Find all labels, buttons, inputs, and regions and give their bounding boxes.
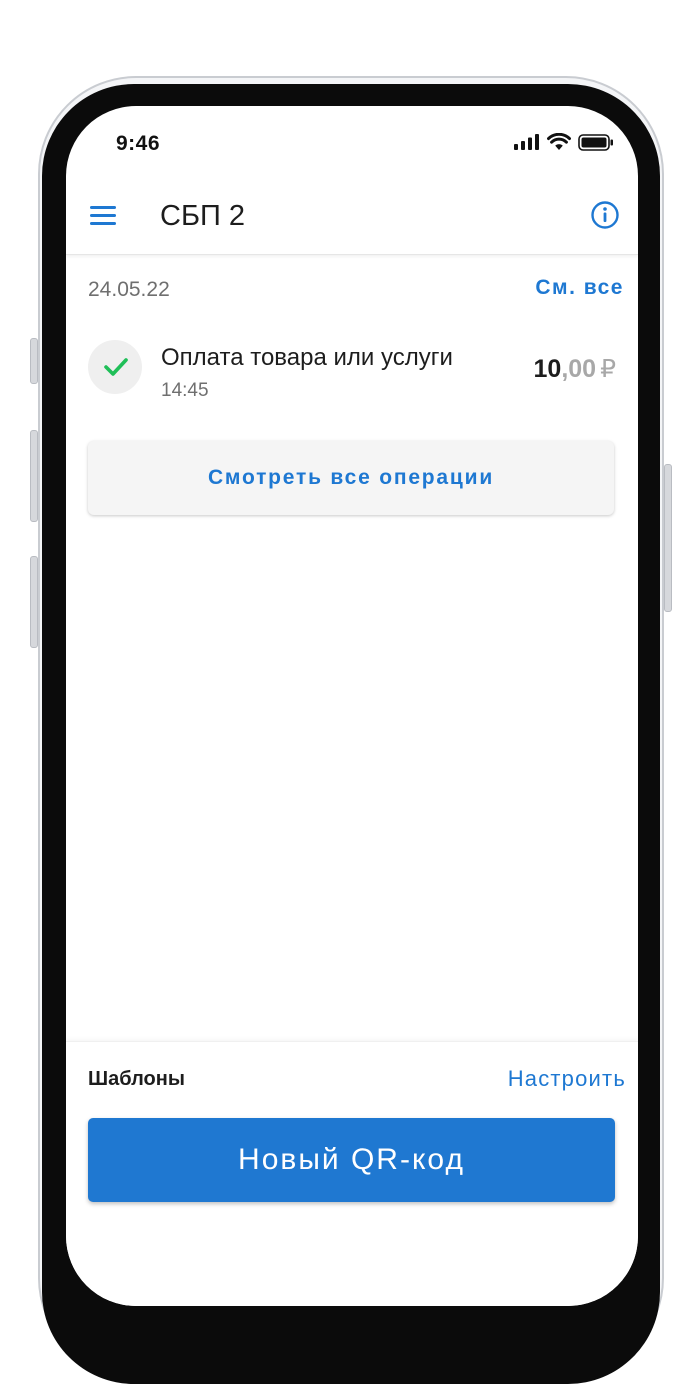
operation-amount: 10,00 ₽ — [534, 354, 616, 384]
status-bar: 9:46 — [66, 106, 638, 178]
operation-time: 14:45 — [161, 380, 209, 401]
templates-panel: Шаблоны Настроить Новый QR-код — [66, 1041, 638, 1306]
amount-integer: 10 — [533, 355, 562, 383]
volume-up-button — [30, 430, 38, 522]
operation-row[interactable]: Оплата товара или услуги 14:45 10,00 ₽ — [66, 330, 638, 410]
configure-templates-link[interactable]: Настроить — [508, 1066, 626, 1092]
operation-status-badge — [88, 340, 142, 394]
power-button — [664, 464, 672, 612]
page-title: СБП 2 — [160, 200, 246, 232]
info-icon[interactable] — [590, 200, 620, 230]
battery-icon — [578, 133, 614, 151]
templates-title: Шаблоны — [88, 1068, 185, 1090]
status-time: 9:46 — [116, 132, 161, 155]
silent-switch — [30, 338, 38, 384]
see-all-link[interactable]: См. все — [535, 276, 624, 300]
phone-screen: 9:46 СБП 2 24.05.22 См. все Оплата товар… — [66, 106, 638, 1306]
app-header: СБП 2 — [66, 178, 638, 255]
view-all-operations-button[interactable]: Смотреть все операции — [88, 441, 614, 515]
status-icons — [514, 133, 614, 151]
hamburger-menu-icon[interactable] — [88, 202, 118, 230]
volume-down-button — [30, 556, 38, 648]
signal-icon — [514, 134, 540, 150]
amount-fraction: ,00 — [561, 355, 597, 383]
new-qr-code-button[interactable]: Новый QR-код — [88, 1118, 615, 1202]
currency-symbol: ₽ — [600, 355, 616, 383]
operations-date: 24.05.22 — [88, 278, 170, 301]
operation-title: Оплата товара или услуги — [161, 344, 453, 371]
wifi-icon — [547, 133, 571, 151]
